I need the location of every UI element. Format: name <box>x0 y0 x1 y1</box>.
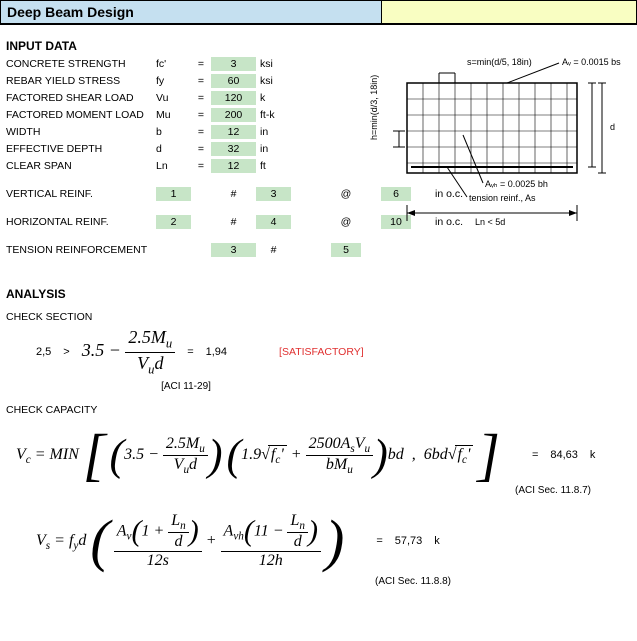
title-right-cell <box>382 0 637 23</box>
hash: # <box>256 244 291 256</box>
val-d[interactable]: 32 <box>211 142 256 156</box>
label-tension: TENSION REINFORCEMENT <box>6 244 156 256</box>
sym-d: d <box>156 143 191 155</box>
hash: # <box>211 216 256 228</box>
cs-gt: > <box>63 346 69 358</box>
eq: = <box>191 160 211 172</box>
hash: # <box>211 188 256 200</box>
unit-fy: ksi <box>256 75 291 87</box>
label-vu: FACTORED SHEAR LOAD <box>6 92 156 104</box>
vs-formula: Vs = fyd ( Av(1 + Lnd) 12s + Avh(11 − Ln… <box>6 512 631 570</box>
vs-result: 57,73 <box>395 535 423 547</box>
vs-unit: k <box>434 535 440 547</box>
eq: = <box>191 143 211 155</box>
page-title: Deep Beam Design <box>0 0 382 23</box>
eq: = <box>191 58 211 70</box>
label-b: WIDTH <box>6 126 156 138</box>
diag-tension-label: tension reinf., As <box>469 193 536 203</box>
eq: = <box>376 535 382 547</box>
label-d: EFFECTIVE DEPTH <box>6 143 156 155</box>
vc-formula: Vc = MIN [ (3.5 − 2.5MuVud) (1.9√fc' + 2… <box>6 432 631 478</box>
eq: = <box>532 449 538 461</box>
eq: = <box>191 75 211 87</box>
input-data-heading: INPUT DATA <box>6 39 631 53</box>
sym-fy: fy <box>156 75 191 87</box>
val-ln[interactable]: 12 <box>211 159 256 173</box>
check-capacity-label: CHECK CAPACITY <box>6 404 631 416</box>
cs-result: 1,94 <box>206 346 227 358</box>
diag-ln-label: Ln < 5d <box>475 217 505 227</box>
val-fy[interactable]: 60 <box>211 74 256 88</box>
beam-diagram: s=min(d/5, 18in) Aᵥ = 0.0015 bs h=min(d/… <box>367 55 627 235</box>
at: @ <box>331 216 361 228</box>
vert-size[interactable]: 3 <box>256 187 291 201</box>
unit-mu: ft-k <box>256 109 291 121</box>
horiz-size[interactable]: 4 <box>256 215 291 229</box>
diag-h-label: h=min(d/3, 18in) <box>369 75 379 140</box>
vc-unit: k <box>590 449 596 461</box>
status-badge: [SATISFACTORY] <box>279 346 364 358</box>
tension-size[interactable]: 5 <box>331 243 361 257</box>
horiz-qty[interactable]: 2 <box>156 215 191 229</box>
eq: = <box>191 92 211 104</box>
val-fc[interactable]: 3 <box>211 57 256 71</box>
label-fy: REBAR YIELD STRESS <box>6 75 156 87</box>
check-section-formula: 2,5 > 3.5 − 2.5MuVud = 1,94 [SATISFACTOR… <box>6 327 631 377</box>
eq: = <box>191 126 211 138</box>
unit-b: in <box>256 126 291 138</box>
sym-ln: Ln <box>156 160 191 172</box>
eq: = <box>187 346 193 358</box>
unit-vu: k <box>256 92 291 104</box>
cs-ref: [ACI 11-29] <box>126 381 246 392</box>
unit-d: in <box>256 143 291 155</box>
val-b[interactable]: 12 <box>211 125 256 139</box>
label-mu: FACTORED MOMENT LOAD <box>6 109 156 121</box>
vc-result: 84,63 <box>550 449 578 461</box>
vs-ref: (ACI Sec. 11.8.8) <box>6 576 451 587</box>
label-fc: CONCRETE STRENGTH <box>6 58 156 70</box>
label-horiz-reinf: HORIZONTAL REINF. <box>6 216 156 228</box>
tension-qty[interactable]: 3 <box>211 243 256 257</box>
diag-avh-label: Aᵥₕ = 0.0025 bh <box>485 179 548 189</box>
unit-ln: ft <box>256 160 291 172</box>
label-ln: CLEAR SPAN <box>6 160 156 172</box>
cs-lhs: 2,5 <box>36 346 51 358</box>
sym-mu: Mu <box>156 109 191 121</box>
sym-vu: Vu <box>156 92 191 104</box>
analysis-heading: ANALYSIS <box>6 287 631 301</box>
diag-s-label: s=min(d/5, 18in) <box>467 57 532 67</box>
vert-qty[interactable]: 1 <box>156 187 191 201</box>
check-section-label: CHECK SECTION <box>6 311 631 323</box>
diag-av-label: Aᵥ = 0.0015 bs <box>562 57 621 67</box>
label-vert-reinf: VERTICAL REINF. <box>6 188 156 200</box>
diag-d-label: d <box>610 122 615 132</box>
val-vu[interactable]: 120 <box>211 91 256 105</box>
sym-b: b <box>156 126 191 138</box>
unit-fc: ksi <box>256 58 291 70</box>
title-bar: Deep Beam Design <box>0 0 637 25</box>
sym-fc: fc' <box>156 58 191 70</box>
at: @ <box>331 188 361 200</box>
eq: = <box>191 109 211 121</box>
val-mu[interactable]: 200 <box>211 108 256 122</box>
